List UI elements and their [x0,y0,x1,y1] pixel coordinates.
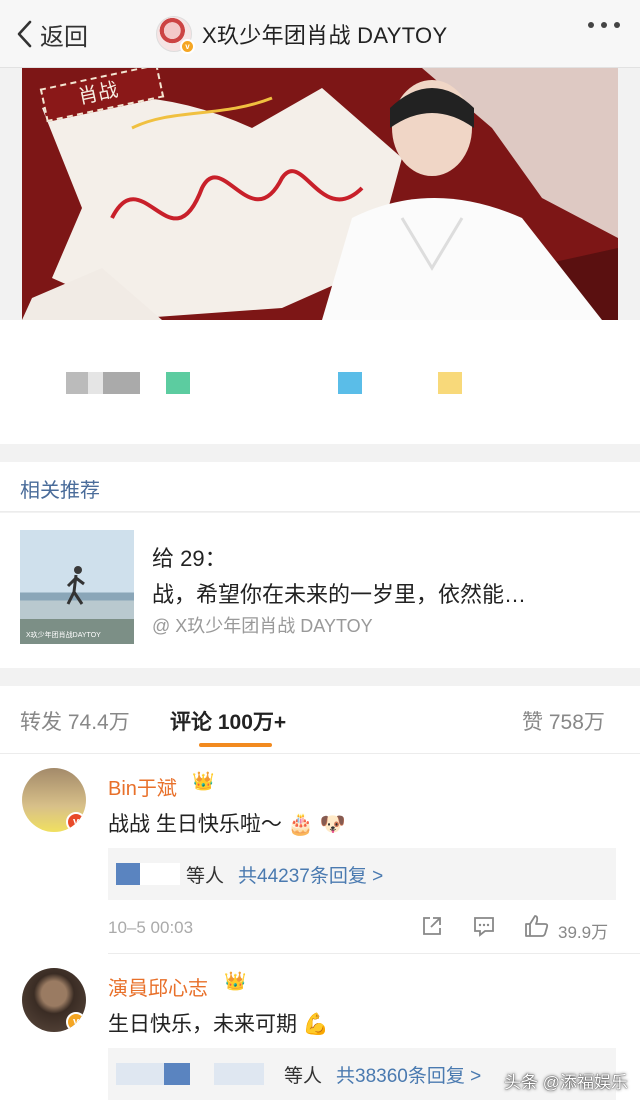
more-options-icon[interactable] [588,22,620,28]
share-icon[interactable] [420,914,444,938]
back-label: 返回 [40,23,88,51]
wechat-icon[interactable] [166,372,190,394]
reply-avatar-placeholder [140,863,180,885]
comment-time: 10–5 00:03 [108,918,194,937]
crown-icon: 👑 [224,971,247,991]
watermark: 头条 @添福娱乐 [504,1073,628,1092]
recommend-card[interactable]: X玖少年团肖战DAYTOY 给 29： 战，希望你在未来的一岁里，依然能… @ … [0,513,640,668]
reply-avatar-placeholder [116,1063,164,1085]
interaction-tabs: 转发 74.4万 评论 100万+ 赞 758万 [0,686,640,754]
reply-avatar-placeholder [164,1063,190,1085]
comment-icon[interactable] [472,914,496,938]
tab-like[interactable]: 赞 758万 [522,706,605,736]
active-tab-indicator [199,743,272,747]
recommend-source[interactable]: @ X玖少年团肖战 DAYTOY [152,612,373,638]
related-recommend-title: 相关推荐 [20,480,100,502]
thumbnail-caption: X玖少年团肖战DAYTOY [26,632,101,639]
recommend-thumbnail: X玖少年团肖战DAYTOY [20,530,134,644]
reply-prefix: 等人 [284,1066,323,1087]
reply-summary[interactable]: 等人 共44237条回复 > [108,848,616,900]
top-navigation-bar: 返回 v X玖少年团肖战 DAYTOY [0,0,640,68]
tab-repost[interactable]: 转发 74.4万 [20,706,130,736]
back-button[interactable]: 返回 [14,16,88,52]
recommend-line-1: 给 29： [152,546,227,571]
birthday-banner-image[interactable]: 肖战 [22,68,618,320]
reply-avatar-placeholder [116,863,140,885]
qq-icon[interactable] [338,372,362,394]
like-icon[interactable] [524,914,550,938]
verified-icon: v [66,1012,86,1032]
reply-avatar-placeholder [214,1063,264,1085]
comment-text: 生日快乐，未来可期 💪 [108,1013,329,1036]
reply-prefix: 等人 [186,866,225,887]
comment-author[interactable]: 演員邱心志 [108,972,208,1001]
account-avatar: v [156,16,195,54]
muscle-emoji: 💪 [302,1013,329,1036]
comment-list: v Bin于斌 👑 战战 生日快乐啦～ 🎂 🐶 等人 共44237条回复 > 1… [0,754,640,1105]
account-title[interactable]: v X玖少年团肖战 DAYTOY [156,14,447,54]
comment-author[interactable]: Bin于斌 [108,772,177,801]
share-option-placeholder[interactable] [66,372,140,394]
chevron-left-icon [17,20,32,48]
related-recommend-header: 相关推荐 [0,462,640,512]
comment-text: 战战 生日快乐啦～ 🎂 🐶 [108,813,346,836]
avatar[interactable]: v [22,968,86,1032]
recommend-line-2: 战，希望你在未来的一岁里，依然能… [152,582,527,607]
verified-icon: v [180,39,195,54]
runner-figure [66,566,85,605]
comment-divider [108,953,640,954]
view-replies-link[interactable]: 共38360条回复 > [336,1061,481,1088]
account-name: X玖少年团肖战 DAYTOY [202,23,448,48]
verified-icon: v [66,812,86,832]
note-icon[interactable] [438,372,462,394]
tab-comment[interactable]: 评论 100万+ [170,706,286,736]
cake-emoji: 🎂 [287,813,314,836]
avatar[interactable]: v [22,768,86,832]
like-count: 39.9万 [558,923,609,942]
view-replies-link[interactable]: 共44237条回复 > [238,861,383,888]
doge-emoji: 🐶 [319,813,346,836]
crown-icon: 👑 [192,771,215,791]
